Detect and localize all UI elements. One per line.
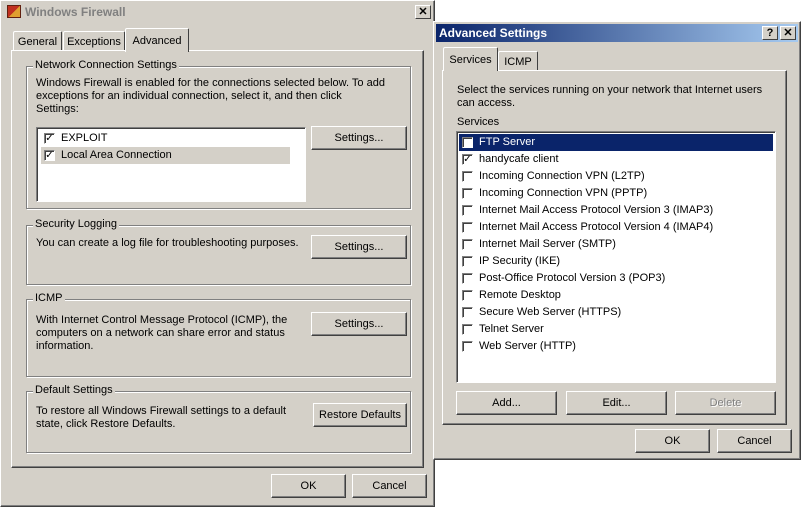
restore-defaults-button[interactable]: Restore Defaults (313, 403, 407, 427)
connection-label: EXPLOIT (61, 132, 108, 144)
services-description: Select the services running on your netw… (457, 84, 763, 109)
service-row[interactable]: Internet Mail Access Protocol Version 4 … (459, 219, 773, 236)
services-list[interactable]: FTP Server ✓ handycafe client Incoming Conn… (456, 131, 776, 383)
service-label: IP Security (IKE) (479, 255, 561, 267)
service-label: Incoming Connection VPN (L2TP) (479, 170, 645, 182)
service-row[interactable]: Incoming Connection VPN (PPTP) (459, 185, 773, 202)
service-checkbox[interactable] (462, 188, 473, 199)
tab-services[interactable]: Services (443, 47, 498, 71)
icmp-description: With Internet Control Message Protocol (… (36, 314, 288, 352)
advanced-cancel-button[interactable]: Cancel (717, 429, 792, 453)
tab-exceptions[interactable]: Exceptions (63, 31, 125, 51)
service-row[interactable]: Post-Office Protocol Version 3 (POP3) (459, 270, 773, 287)
service-checkbox[interactable]: ✓ (462, 154, 473, 165)
service-row[interactable]: Remote Desktop (459, 287, 773, 304)
service-label: handycafe client (479, 153, 559, 165)
service-checkbox[interactable] (462, 307, 473, 318)
advanced-settings-dialog: Advanced Settings ? ✕ Services ICMP Sele… (433, 21, 801, 460)
advanced-titlebar[interactable]: Advanced Settings ? ✕ (436, 24, 798, 42)
connection-checkbox[interactable]: ✓ (44, 133, 55, 144)
service-label: Internet Mail Server (SMTP) (479, 238, 616, 250)
icmp-settings-button[interactable]: Settings... (311, 312, 407, 336)
connection-label: Local Area Connection (61, 149, 172, 161)
connection-row-exploit[interactable]: ✓ EXPLOIT (41, 130, 290, 147)
edit-service-button[interactable]: Edit... (566, 391, 667, 415)
service-row[interactable]: Secure Web Server (HTTPS) (459, 304, 773, 321)
network-description: Windows Firewall is enabled for the conn… (36, 77, 385, 115)
service-checkbox[interactable] (462, 222, 473, 233)
service-checkbox[interactable] (462, 205, 473, 216)
firewall-titlebar[interactable]: Windows Firewall ✕ (3, 3, 432, 21)
service-checkbox[interactable] (462, 256, 473, 267)
service-row[interactable]: Internet Mail Server (SMTP) (459, 236, 773, 253)
services-label: Services (457, 116, 500, 128)
service-row[interactable]: ✓ handycafe client (459, 151, 773, 168)
firewall-title: Windows Firewall (25, 5, 126, 19)
tab-general[interactable]: General (13, 31, 62, 51)
service-row[interactable]: Incoming Connection VPN (L2TP) (459, 168, 773, 185)
default-group-legend: Default Settings (33, 384, 115, 396)
service-label: Post-Office Protocol Version 3 (POP3) (479, 272, 666, 284)
service-label: Remote Desktop (479, 289, 561, 301)
tab-icmp[interactable]: ICMP (498, 51, 538, 71)
service-label: Secure Web Server (HTTPS) (479, 306, 622, 318)
advanced-ok-button[interactable]: OK (635, 429, 710, 453)
network-settings-button[interactable]: Settings... (311, 126, 407, 150)
advanced-close-button[interactable]: ✕ (780, 26, 796, 40)
service-checkbox[interactable] (462, 273, 473, 284)
firewall-close-button[interactable]: ✕ (415, 5, 431, 19)
service-row[interactable]: Internet Mail Access Protocol Version 3 … (459, 202, 773, 219)
connection-checkbox[interactable]: ✓ (44, 150, 55, 161)
firewall-app-icon (7, 5, 21, 18)
service-checkbox[interactable] (462, 137, 473, 148)
logging-settings-button[interactable]: Settings... (311, 235, 407, 259)
firewall-ok-button[interactable]: OK (271, 474, 346, 498)
windows-firewall-dialog: Windows Firewall ✕ General Exceptions Ad… (0, 0, 435, 507)
service-checkbox[interactable] (462, 239, 473, 250)
delete-service-button[interactable]: Delete (675, 391, 776, 415)
network-group-legend: Network Connection Settings (33, 59, 179, 71)
service-label: Telnet Server (479, 323, 544, 335)
service-checkbox[interactable] (462, 171, 473, 182)
help-button[interactable]: ? (762, 26, 778, 40)
logging-description: You can create a log file for troublesho… (36, 237, 299, 249)
service-row[interactable]: IP Security (IKE) (459, 253, 773, 270)
service-row[interactable]: Telnet Server (459, 321, 773, 338)
logging-group-legend: Security Logging (33, 218, 119, 230)
service-checkbox[interactable] (462, 290, 473, 301)
service-row[interactable]: FTP Server (459, 134, 773, 151)
connection-row-local-area[interactable]: ✓ Local Area Connection (41, 147, 290, 164)
service-label: Internet Mail Access Protocol Version 4 … (479, 221, 714, 233)
icmp-group-legend: ICMP (33, 292, 65, 304)
service-label: Incoming Connection VPN (PPTP) (479, 187, 648, 199)
service-checkbox[interactable] (462, 341, 473, 352)
service-label: Internet Mail Access Protocol Version 3 … (479, 204, 714, 216)
connections-list[interactable]: ✓ EXPLOIT ✓ Local Area Connection (36, 127, 306, 202)
service-label: FTP Server (479, 136, 536, 148)
service-label: Web Server (HTTP) (479, 340, 576, 352)
service-checkbox[interactable] (462, 324, 473, 335)
firewall-cancel-button[interactable]: Cancel (352, 474, 427, 498)
defaults-description: To restore all Windows Firewall settings… (36, 405, 287, 430)
service-row[interactable]: Web Server (HTTP) (459, 338, 773, 355)
tab-advanced[interactable]: Advanced (125, 28, 189, 52)
advanced-title: Advanced Settings (439, 26, 548, 40)
add-service-button[interactable]: Add... (456, 391, 557, 415)
